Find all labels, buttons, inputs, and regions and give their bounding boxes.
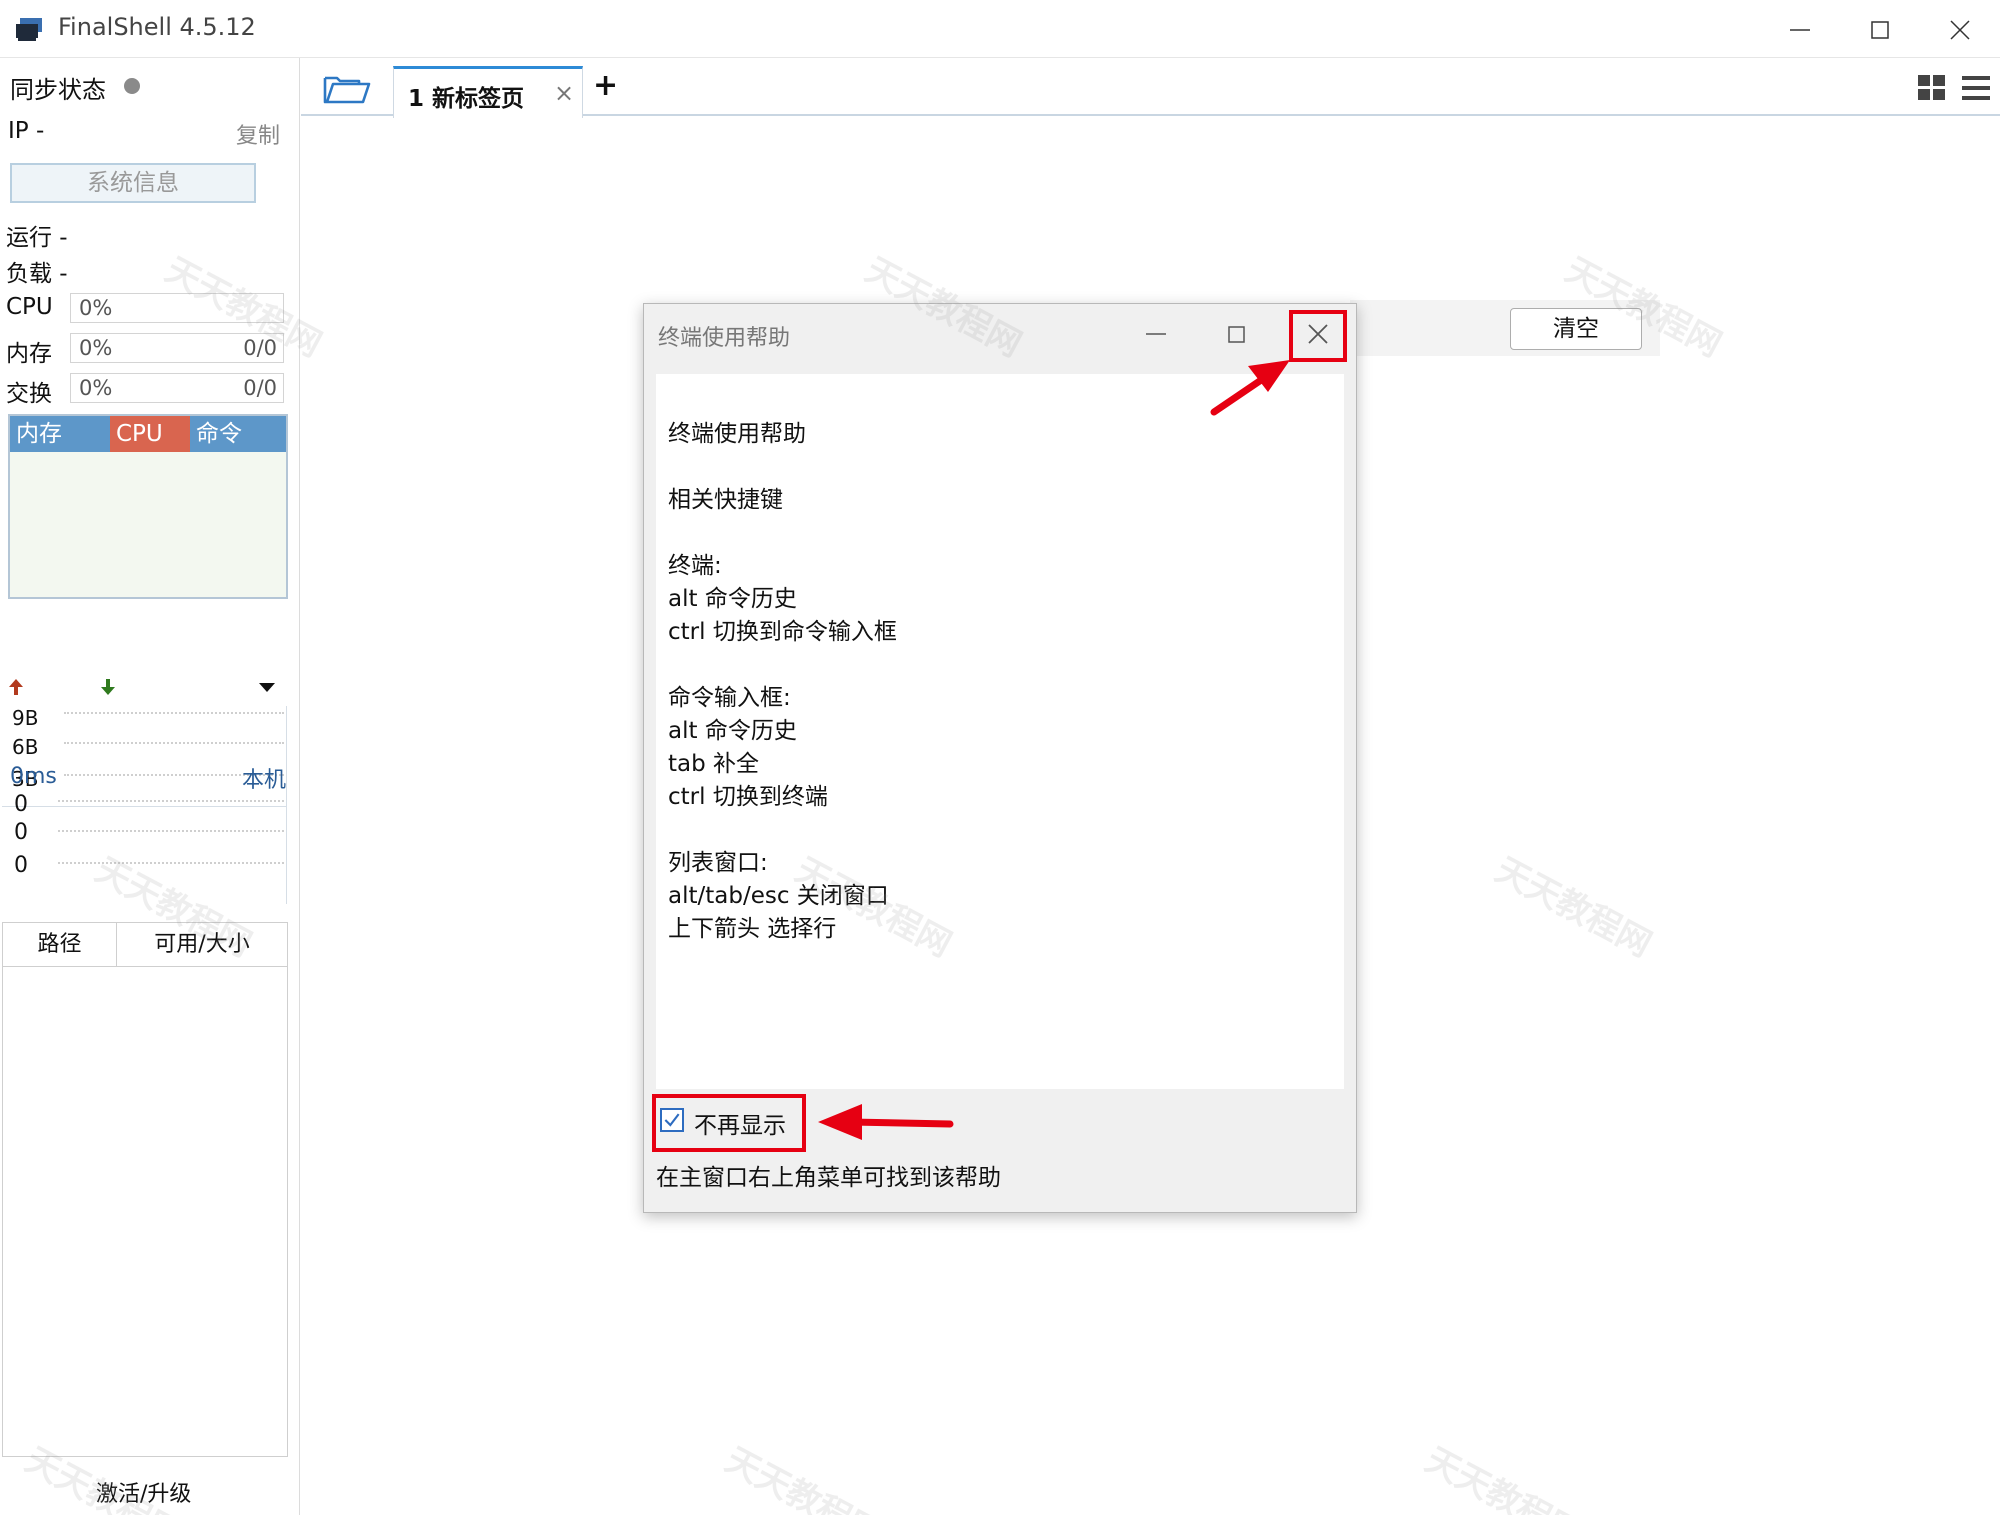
swap-usage: 0/0 — [243, 376, 277, 400]
open-folder-icon[interactable] — [321, 70, 371, 108]
add-tab-icon[interactable]: + — [593, 68, 618, 103]
window-titlebar: FinalShell 4.5.12 — [0, 0, 2000, 58]
tab-process-cpu[interactable]: CPU — [110, 416, 190, 452]
ping-target-selector[interactable]: 本机 — [242, 762, 286, 794]
cpu-label: CPU — [6, 294, 53, 320]
minimize-icon — [1790, 29, 1810, 31]
net-gridline — [64, 712, 284, 714]
ip-label: IP - — [8, 118, 45, 144]
dialog-maximize-button[interactable] — [1218, 316, 1254, 352]
help-location-hint: 在主窗口右上角菜单可找到该帮助 — [656, 1165, 1001, 1191]
watermark: 天天教程网 — [718, 1440, 888, 1515]
column-header-available-size[interactable]: 可用/大小 — [117, 923, 287, 967]
swap-meter: 0% 0/0 — [70, 373, 284, 403]
checkmark-icon — [664, 1113, 680, 1127]
watermark: 天天教程网 — [1418, 1440, 1588, 1515]
ping-gridline — [58, 800, 284, 802]
help-line: 终端: — [668, 553, 722, 579]
ping-gridline — [58, 830, 284, 832]
net-scale-label: 6B — [12, 735, 39, 759]
sync-status-dot — [124, 78, 140, 94]
maximize-icon — [1228, 326, 1245, 343]
sync-status-label: 同步状态 — [10, 76, 106, 104]
ping-gridline — [58, 862, 284, 864]
upload-arrow-icon — [9, 679, 23, 695]
tab-new-session[interactable]: 1 新标签页 × — [393, 66, 583, 118]
help-line: ctrl 切换到命令输入框 — [668, 619, 897, 645]
dialog-title: 终端使用帮助 — [658, 326, 791, 351]
dont-show-again-checkbox[interactable] — [660, 1108, 684, 1132]
minimize-icon — [1146, 333, 1166, 335]
session-sidebar: 同步状态 IP - 复制 系统信息 运行 - 负载 - CPU 0% 内存 0%… — [0, 58, 300, 1515]
help-line: 命令输入框: — [668, 685, 791, 711]
cpu-meter: 0% — [70, 293, 284, 323]
process-panel: 内存 CPU 命令 — [8, 414, 288, 599]
net-gridline — [64, 742, 284, 744]
net-graph-baseline — [2, 806, 286, 807]
finalshell-logo-icon — [16, 18, 42, 41]
help-line: 相关快捷键 — [668, 487, 783, 513]
ping-scale-label: 0 — [14, 853, 28, 878]
interface-dropdown-icon[interactable] — [256, 676, 278, 698]
ping-scale-label: 0 — [14, 820, 28, 845]
tab-label: 1 新标签页 — [408, 86, 525, 112]
maximize-icon — [1871, 21, 1889, 39]
load-label: 负载 - — [6, 261, 68, 287]
close-icon — [1950, 20, 1970, 40]
net-scale-label: 9B — [12, 706, 39, 730]
clear-button[interactable]: 清空 — [1510, 308, 1642, 350]
tab-process-command[interactable]: 命令 — [190, 416, 286, 452]
grid-view-icon[interactable] — [1917, 74, 1947, 102]
session-tabbar: 1 新标签页 × + — [301, 58, 2000, 118]
close-button[interactable] — [1940, 10, 1980, 50]
disk-table: 路径 可用/大小 — [2, 922, 288, 1457]
help-line: 终端使用帮助 — [668, 421, 806, 447]
help-line: alt 命令历史 — [668, 586, 797, 612]
activate-upgrade-link[interactable]: 激活/升级 — [96, 1476, 191, 1508]
window-title: FinalShell 4.5.12 — [58, 13, 256, 41]
copy-ip-link[interactable]: 复制 — [236, 118, 280, 150]
help-line: alt 命令历史 — [668, 718, 797, 744]
dialog-minimize-button[interactable] — [1138, 316, 1174, 352]
ping-graph-border — [286, 788, 287, 904]
close-highlight-box — [1289, 310, 1347, 362]
uptime-label: 运行 - — [6, 225, 68, 251]
terminal-help-dialog: 终端使用帮助 终端使用帮助 相关快捷键 终端: alt 命令历史 ctrl 切换… — [643, 303, 1357, 1213]
help-line: tab 补全 — [668, 751, 760, 777]
process-tab-header: 内存 CPU 命令 — [10, 416, 286, 452]
hamburger-menu-icon[interactable] — [1961, 74, 1991, 102]
swap-percent: 0% — [79, 376, 113, 400]
memory-percent: 0% — [79, 336, 113, 360]
help-line: 上下箭头 选择行 — [668, 916, 837, 942]
help-text-area: 终端使用帮助 相关快捷键 终端: alt 命令历史 ctrl 切换到命令输入框 … — [656, 374, 1344, 1089]
memory-meter: 0% 0/0 — [70, 333, 284, 363]
column-header-path[interactable]: 路径 — [3, 923, 117, 967]
minimize-button[interactable] — [1780, 10, 1820, 50]
watermark: 天天教程网 — [1488, 850, 1658, 966]
maximize-button[interactable] — [1860, 10, 1900, 50]
memory-label: 内存 — [6, 341, 52, 367]
swap-label: 交换 — [6, 381, 52, 407]
disk-table-header: 路径 可用/大小 — [3, 923, 287, 967]
tab-process-memory[interactable]: 内存 — [10, 416, 110, 452]
download-arrow-icon — [101, 679, 115, 695]
dont-show-again-label[interactable]: 不再显示 — [694, 1106, 786, 1140]
ping-scale-label: 0 — [14, 792, 28, 817]
help-line: alt/tab/esc 关闭窗口 — [668, 883, 889, 909]
system-info-button[interactable]: 系统信息 — [10, 163, 256, 203]
cpu-percent: 0% — [79, 296, 113, 320]
ping-latency: 0ms — [10, 764, 57, 789]
tab-close-icon[interactable]: × — [554, 79, 574, 107]
memory-usage: 0/0 — [243, 336, 277, 360]
help-line: 列表窗口: — [668, 850, 768, 876]
help-line: ctrl 切换到终端 — [668, 784, 828, 810]
